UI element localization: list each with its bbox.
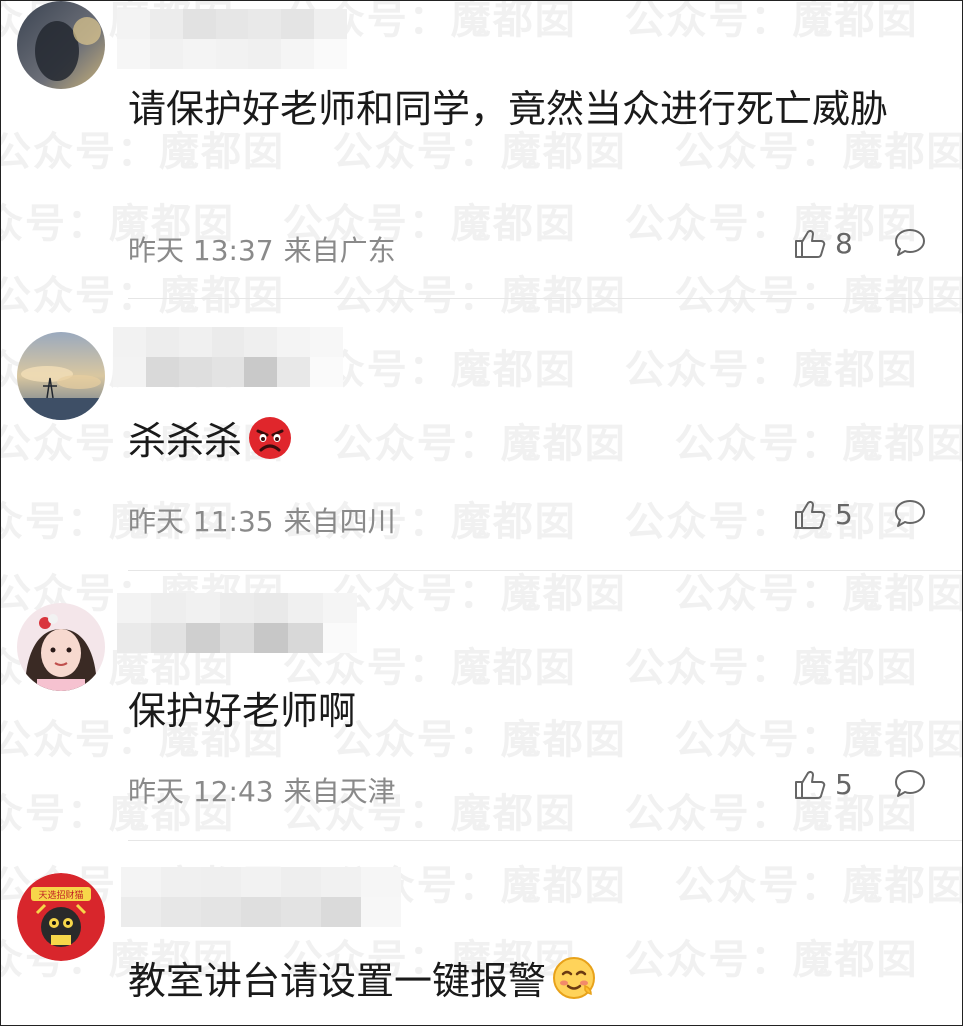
thumbs-up-icon (795, 229, 826, 258)
comment-text-content: 杀杀杀 (128, 419, 243, 463)
username-blurred[interactable] (117, 593, 357, 653)
comment-item: 杀杀杀 昨天 11:35 来自四川 5 (1, 301, 962, 571)
comment-text: 保护好老师啊 (128, 689, 357, 733)
reply-button[interactable] (893, 498, 927, 534)
comment-item: 天选招财猫 教室讲台请设置一键报警 (1, 841, 962, 1025)
comment-location: 来自广东 (283, 234, 396, 267)
avatar[interactable]: 天选招财猫 (17, 873, 105, 961)
comment-text: 杀杀杀 (128, 415, 922, 467)
comment-item: 保护好老师啊 昨天 12:43 来自天津 5 (1, 571, 962, 841)
svg-text:天选招财猫: 天选招财猫 (38, 889, 83, 901)
avatar-image (17, 603, 105, 691)
avatar[interactable] (17, 332, 105, 420)
comment-bubble-icon (895, 500, 925, 527)
comment-bubble-icon (895, 770, 925, 797)
divider (128, 298, 962, 299)
comment-meta: 昨天 12:43 来自天津 (128, 770, 396, 810)
thumbs-up-icon (795, 500, 826, 529)
avatar[interactable] (17, 603, 105, 691)
thumbs-up-icon (795, 770, 826, 799)
comment-text: 请保护好老师和同学，竟然当众进行死亡威胁 (128, 87, 889, 131)
reply-button[interactable] (893, 227, 927, 263)
reply-button[interactable] (893, 768, 927, 804)
like-button[interactable]: 8 (793, 227, 853, 260)
comment-text-content: 教室讲台请设置一键报警 (128, 959, 547, 1003)
angry-face-icon (249, 417, 292, 459)
hot-face-icon (553, 957, 596, 999)
comment-time: 昨天 12:43 (128, 775, 274, 808)
like-count: 5 (835, 768, 853, 801)
avatar-image: 天选招财猫 (17, 873, 105, 961)
comment-meta: 昨天 11:35 来自四川 (128, 500, 396, 540)
comment-list: 公众号：魔都囡 公众号：魔都囡 公众号：魔都囡 公众号：魔都囡 公众号：魔都囡 … (0, 0, 963, 1026)
comment-meta: 昨天 13:37 来自广东 (128, 229, 396, 269)
comment-time: 昨天 11:35 (128, 505, 274, 538)
like-count: 8 (835, 227, 853, 260)
avatar[interactable] (17, 1, 105, 89)
comment-item: 请保护好老师和同学，竟然当众进行死亡威胁 昨天 13:37 来自广东 8 (1, 1, 962, 301)
like-button[interactable]: 5 (793, 768, 853, 801)
username-blurred[interactable] (121, 867, 401, 927)
comment-location: 来自四川 (283, 505, 396, 538)
avatar-image (17, 332, 105, 420)
avatar-image (17, 1, 105, 89)
comment-location: 来自天津 (283, 775, 396, 808)
like-count: 5 (835, 498, 853, 531)
comment-bubble-icon (895, 229, 925, 256)
username-blurred[interactable] (117, 9, 347, 69)
comment-time: 昨天 13:37 (128, 234, 274, 267)
username-blurred[interactable] (113, 327, 343, 387)
like-button[interactable]: 5 (793, 498, 853, 531)
comment-text: 教室讲台请设置一键报警 (128, 955, 922, 1007)
